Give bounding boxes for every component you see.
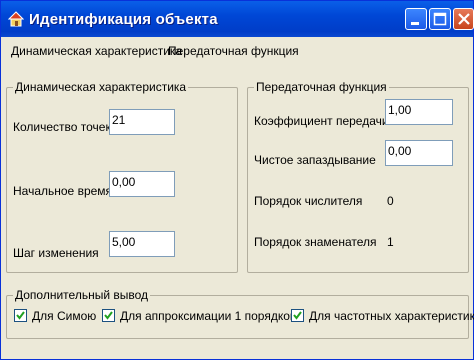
transfer-group-legend: Передаточная функция (254, 80, 389, 94)
application-window: Идентификация объекта Динамическая харак… (0, 0, 474, 360)
denominator-order-value: 1 (387, 235, 394, 249)
delay-input[interactable]: 0,00 (385, 140, 453, 166)
frequency-characteristics-label[interactable]: Для частотных характеристик (309, 309, 474, 323)
minimize-button[interactable] (405, 8, 427, 30)
output-group-legend: Дополнительный вывод (13, 288, 151, 302)
menu-dynamic-characteristic[interactable]: Динамическая характеристика (11, 44, 182, 58)
denominator-order-label: Порядок знаменателя (254, 235, 377, 249)
dynamic-group-legend: Динамическая характеристика (13, 80, 189, 94)
house-icon (7, 11, 25, 27)
maximize-icon (433, 12, 447, 26)
menu-bar: Динамическая характеристика Передаточная… (1, 37, 473, 61)
simou-checkbox-label[interactable]: Для Симою (32, 309, 96, 323)
window-title: Идентификация объекта (29, 11, 218, 28)
close-button[interactable] (453, 8, 474, 30)
delay-label: Чистое запаздывание (254, 153, 376, 167)
title-bar[interactable]: Идентификация объекта (1, 1, 474, 37)
minimize-icon (411, 22, 419, 25)
start-time-label: Начальное время (13, 184, 113, 198)
gain-input[interactable]: 1,00 (385, 99, 453, 125)
menu-transfer-function[interactable]: Передаточная функция (168, 44, 299, 58)
points-count-label: Количество точек (13, 120, 111, 134)
gain-label: Коэффициент передачи (254, 114, 389, 128)
checkmark-icon (16, 311, 25, 320)
first-order-approx-checkbox[interactable] (102, 309, 115, 322)
maximize-button[interactable] (429, 8, 451, 30)
close-icon (458, 13, 470, 25)
start-time-input[interactable]: 0,00 (109, 171, 175, 197)
numerator-order-label: Порядок числителя (254, 194, 363, 208)
checkmark-icon (293, 311, 302, 320)
step-input[interactable]: 5,00 (109, 231, 175, 257)
checkmark-icon (104, 311, 113, 320)
step-label: Шаг изменения (13, 246, 99, 260)
first-order-approx-label[interactable]: Для аппроксимации 1 порядком (120, 309, 298, 323)
points-count-input[interactable]: 21 (109, 109, 175, 135)
numerator-order-value: 0 (387, 194, 394, 208)
frequency-characteristics-checkbox[interactable] (291, 309, 304, 322)
simou-checkbox[interactable] (14, 309, 27, 322)
